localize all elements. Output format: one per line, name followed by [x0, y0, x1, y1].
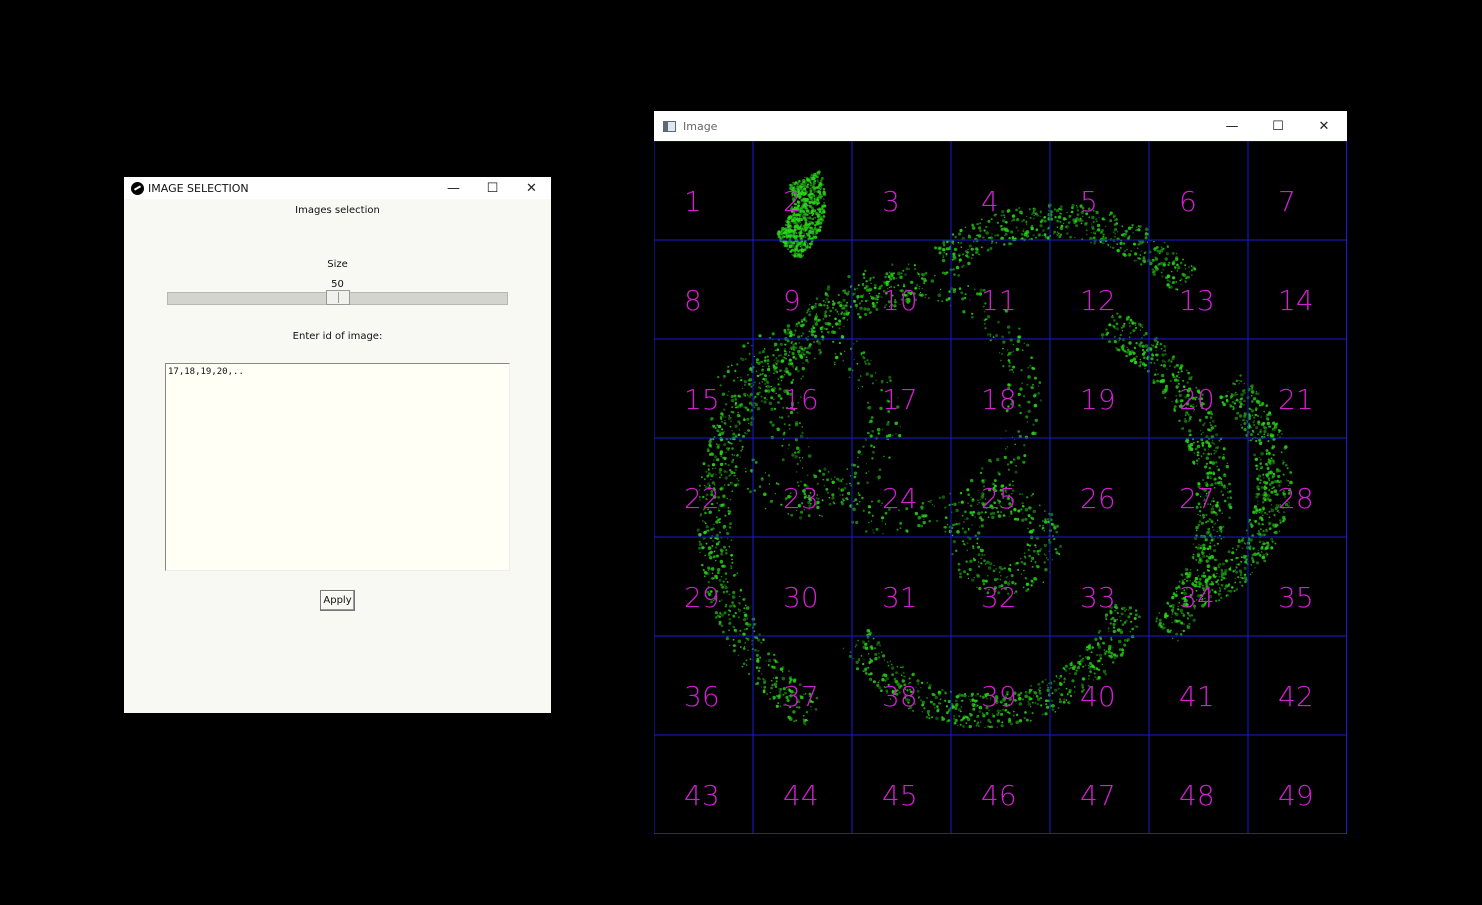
- window-app-icon: [663, 120, 676, 132]
- window-title: IMAGE SELECTION: [148, 181, 249, 195]
- size-slider-handle[interactable]: [325, 290, 350, 305]
- title-bar[interactable]: IMAGE SELECTION — ☐ ✕: [124, 177, 551, 199]
- id-label: Enter id of image:: [292, 331, 383, 342]
- title-bar[interactable]: Image — ☐ ✕: [654, 111, 1347, 141]
- heading-label: Images selection: [295, 205, 380, 216]
- maximize-button[interactable]: ☐: [473, 177, 512, 199]
- feather-icon: [131, 181, 144, 195]
- apply-button[interactable]: Apply: [320, 590, 355, 611]
- size-value: 50: [331, 279, 344, 290]
- close-button[interactable]: ✕: [1301, 111, 1347, 141]
- window-controls: — ☐ ✕: [434, 177, 551, 199]
- minimize-button[interactable]: —: [1209, 111, 1255, 141]
- size-label: Size: [327, 259, 348, 270]
- image-selection-window: IMAGE SELECTION — ☐ ✕ Images selection S…: [124, 177, 551, 713]
- minimize-button[interactable]: —: [434, 177, 473, 199]
- maximize-button[interactable]: ☐: [1255, 111, 1301, 141]
- window-controls: — ☐ ✕: [1209, 111, 1347, 141]
- close-button[interactable]: ✕: [512, 177, 551, 199]
- tissue-image-grid[interactable]: 1 2 3 4 5 6 78 9 10 11 12 13 1415 16 17 18 19 20 2122 23 24 2…: [654, 141, 1347, 834]
- image-id-input[interactable]: [165, 363, 510, 571]
- image-window: Image — ☐ ✕ 1 2 3 4 5 6 7 8 9 10 11 12 13 14 15 16 17 18 1…: [654, 111, 1347, 834]
- window-title: Image: [683, 119, 718, 133]
